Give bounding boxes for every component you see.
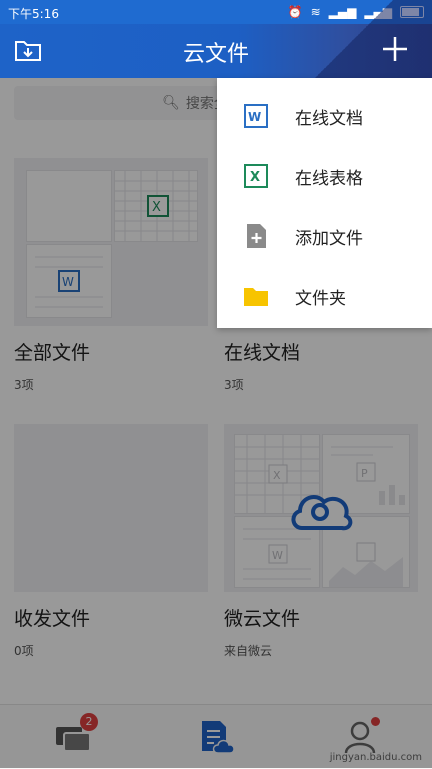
alarm-icon: ⏰ [287, 5, 303, 19]
excel-sheet-icon: X [244, 164, 268, 188]
add-menu: W 在线文档 X 在线表格 添加文件 文件夹 [217, 78, 432, 328]
plus-icon [383, 37, 407, 61]
menu-item-label: 文件夹 [295, 288, 346, 309]
page-title: 云文件 [182, 42, 249, 67]
signal-icon-2: ▂▄▆ [364, 5, 392, 19]
add-file-icon [247, 224, 266, 248]
add-button[interactable] [380, 34, 410, 64]
status-bar: 下午5:16 ⏰ ≋ ▂▄▆ ▂▄▆ [0, 0, 432, 24]
menu-item-label: 添加文件 [295, 228, 363, 249]
status-time: 下午5:16 [8, 7, 59, 21]
menu-item-label: 在线文档 [295, 108, 363, 129]
menu-item-online-sheet[interactable]: X 在线表格 [217, 146, 432, 206]
app-bar: 云文件 [0, 0, 432, 102]
menu-item-folder[interactable]: 文件夹 [217, 266, 432, 326]
svg-text:W: W [248, 110, 261, 124]
menu-item-add-file[interactable]: 添加文件 [217, 206, 432, 266]
signal-icon: ▂▄▆ [328, 5, 357, 19]
word-doc-icon: W [244, 104, 268, 128]
folder-icon [244, 288, 268, 306]
status-icons: ⏰ ≋ ▂▄▆ ▂▄▆ [288, 5, 424, 19]
menu-item-label: 在线表格 [295, 168, 363, 189]
svg-text:X: X [250, 170, 260, 185]
wifi-icon: ≋ [310, 5, 321, 19]
battery-icon [400, 6, 424, 18]
menu-item-online-doc[interactable]: W 在线文档 [217, 86, 432, 146]
